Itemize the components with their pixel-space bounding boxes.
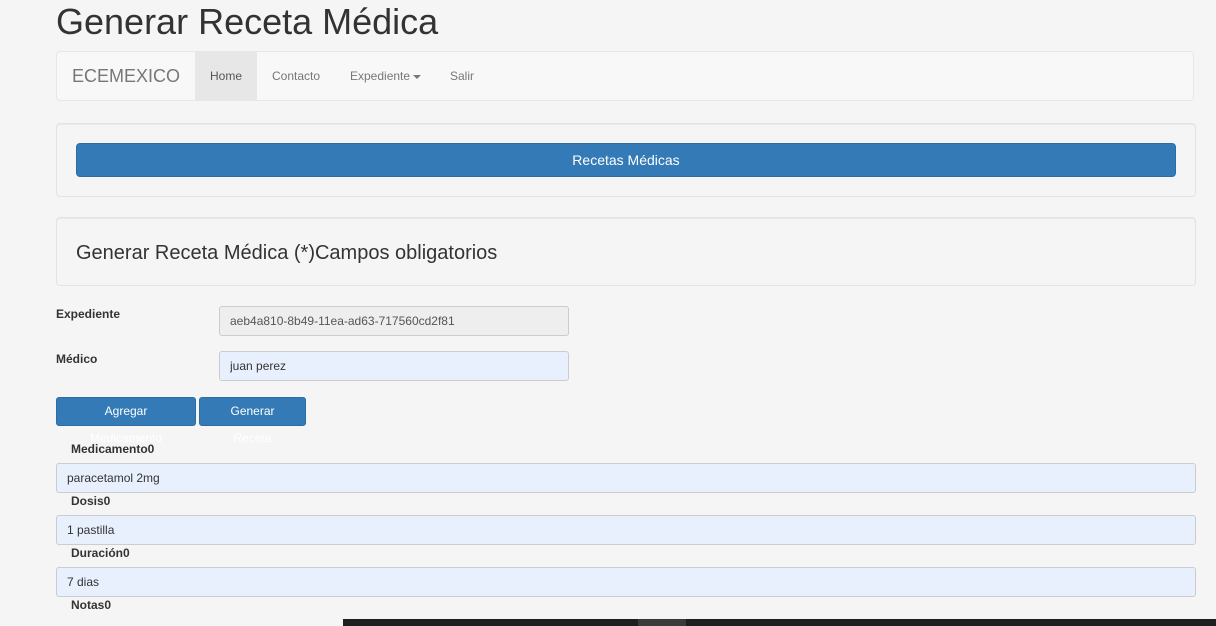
dosis-label: Dosis0 (71, 494, 111, 508)
nav-expediente-label: Expediente (350, 69, 411, 83)
generar-receta-button[interactable]: Generar Receta (199, 397, 306, 445)
nav-expediente-dropdown[interactable]: Expediente (335, 52, 436, 100)
recetas-panel: Recetas Médicas (56, 123, 1196, 197)
medicamento-label: Medicamento0 (71, 442, 155, 456)
caret-down-icon (413, 74, 422, 79)
bottom-taskbar (343, 619, 1216, 626)
agregar-medicamento-button[interactable]: Agregar Medicamento (56, 397, 196, 445)
form-heading: Generar Receta Médica (*)Campos obligato… (76, 242, 498, 264)
nav-salir[interactable]: Salir (435, 52, 489, 100)
brand-link[interactable]: ECEMEXICO (72, 52, 180, 100)
duracion-field[interactable] (56, 567, 1196, 597)
expediente-label: Expediente (56, 307, 121, 321)
page-title: Generar Receta Médica (56, 1, 439, 42)
duracion-label: Duración0 (71, 546, 130, 560)
medico-field[interactable] (219, 351, 569, 381)
nav-home[interactable]: Home (195, 52, 258, 100)
taskbar-segment (638, 619, 686, 626)
form-heading-panel: Generar Receta Médica (*)Campos obligato… (56, 217, 1196, 286)
dosis-field[interactable] (56, 515, 1196, 545)
medico-label: Médico (56, 352, 98, 366)
medicamento-field[interactable] (56, 463, 1196, 493)
expediente-field[interactable] (219, 306, 569, 336)
navbar: ECEMEXICO Home Contacto Expediente Salir (56, 51, 1194, 101)
recetas-medicas-button[interactable]: Recetas Médicas (76, 143, 1176, 177)
nav-contacto[interactable]: Contacto (257, 52, 335, 100)
notas-label: Notas0 (71, 598, 112, 612)
